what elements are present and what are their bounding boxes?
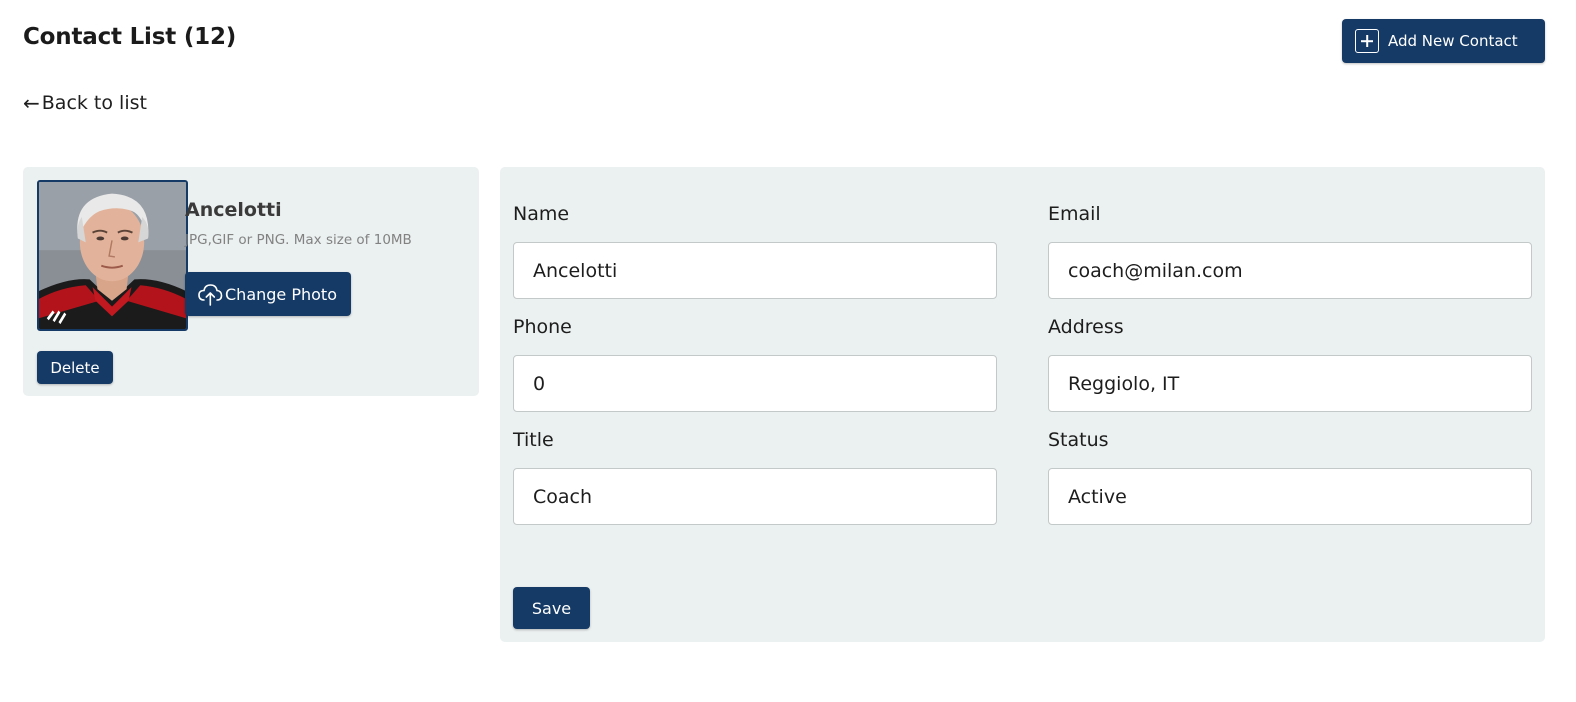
phone-label: Phone	[513, 316, 572, 338]
status-input[interactable]	[1048, 468, 1532, 525]
avatar-portrait	[39, 182, 186, 329]
email-label: Email	[1048, 203, 1101, 225]
title-label: Title	[513, 429, 554, 451]
plus-square-icon	[1355, 29, 1379, 53]
address-label: Address	[1048, 316, 1124, 338]
phone-input[interactable]	[513, 355, 997, 412]
cloud-upload-icon	[198, 284, 223, 306]
save-button[interactable]: Save	[513, 587, 590, 629]
add-new-contact-button[interactable]: Add New Contact	[1342, 19, 1545, 63]
back-to-list-label: Back to list	[41, 92, 147, 114]
avatar	[37, 180, 188, 331]
title-input[interactable]	[513, 468, 997, 525]
add-new-contact-label: Add New Contact	[1388, 32, 1518, 50]
back-to-list-link[interactable]: ← Back to list	[23, 92, 147, 114]
status-label: Status	[1048, 429, 1109, 451]
contact-name: Ancelotti	[185, 199, 282, 221]
arrow-left-icon: ←	[23, 91, 40, 115]
contact-edit-page: Contact List (12) Add New Contact ← Back…	[0, 0, 1576, 702]
change-photo-label: Change Photo	[225, 284, 337, 304]
contact-form: Name Email Phone Address Title Status Sa…	[500, 167, 1545, 642]
delete-photo-button[interactable]: Delete	[37, 351, 113, 384]
photo-hint: JPG,GIF or PNG. Max size of 10MB	[185, 232, 412, 248]
address-input[interactable]	[1048, 355, 1532, 412]
name-label: Name	[513, 203, 570, 225]
name-input[interactable]	[513, 242, 997, 299]
change-photo-button[interactable]: Change Photo	[185, 272, 351, 316]
page-title: Contact List (12)	[23, 24, 237, 50]
email-input[interactable]	[1048, 242, 1532, 299]
